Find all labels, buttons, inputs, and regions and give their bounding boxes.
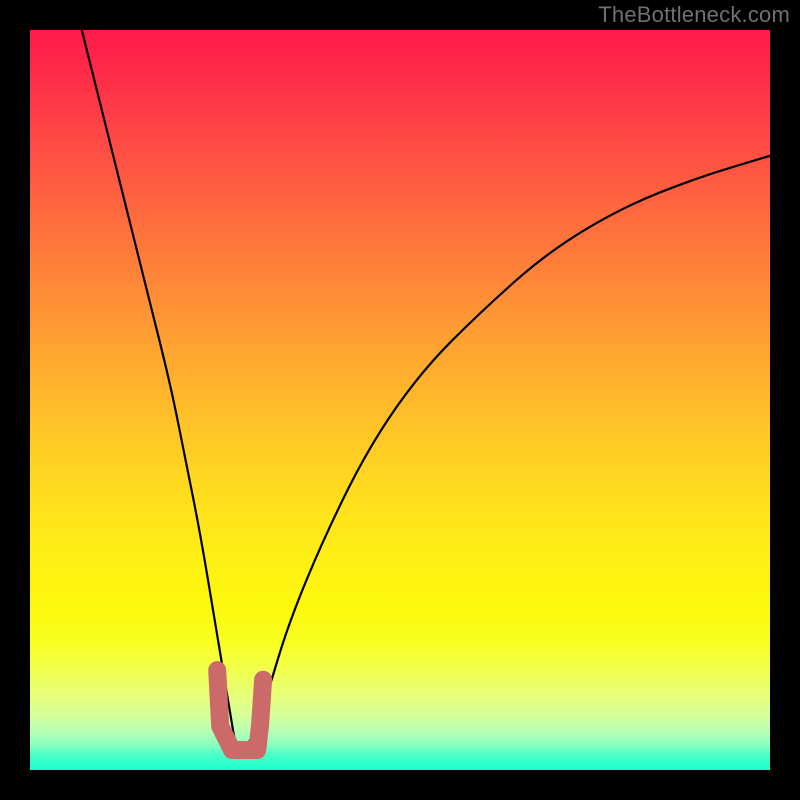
chart-svg <box>30 30 770 770</box>
trough-marker <box>217 670 263 750</box>
bottleneck-curve <box>82 30 770 750</box>
watermark-text: TheBottleneck.com <box>598 2 790 28</box>
chart-gradient-area <box>30 30 770 770</box>
